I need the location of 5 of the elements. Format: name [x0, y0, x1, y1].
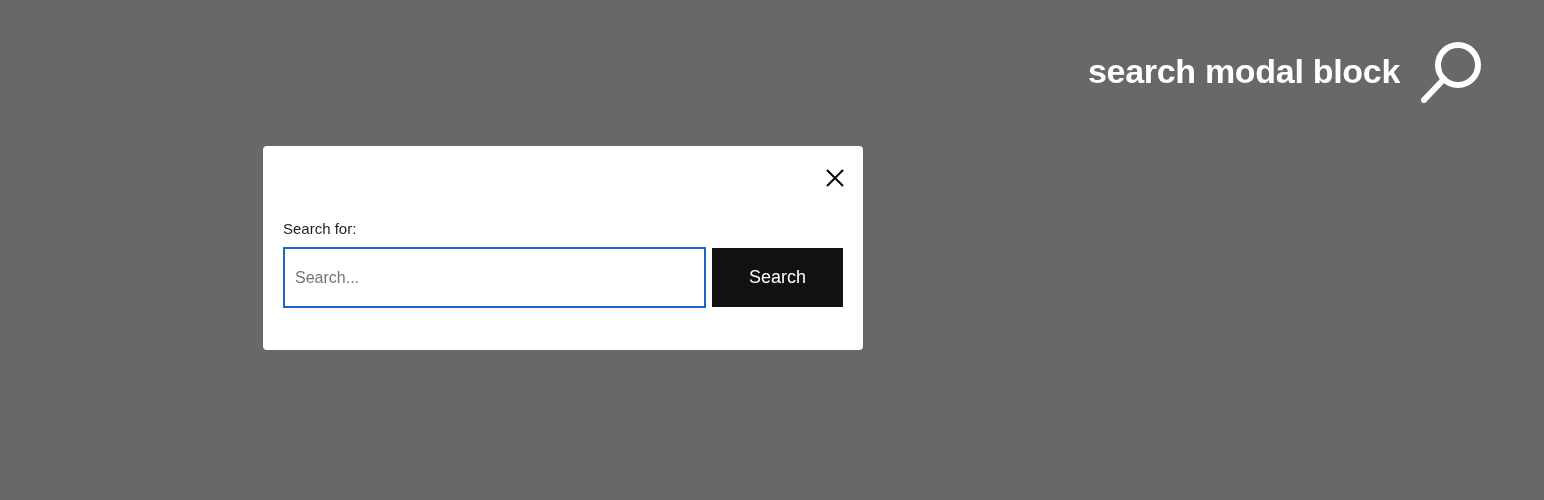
site-title: search modal block [1087, 51, 1400, 91]
search-label: Search for: [283, 220, 358, 237]
search-field[interactable]: Search... [283, 247, 707, 308]
search-icon[interactable] [1420, 39, 1484, 103]
search-button[interactable]: Search [712, 248, 843, 307]
